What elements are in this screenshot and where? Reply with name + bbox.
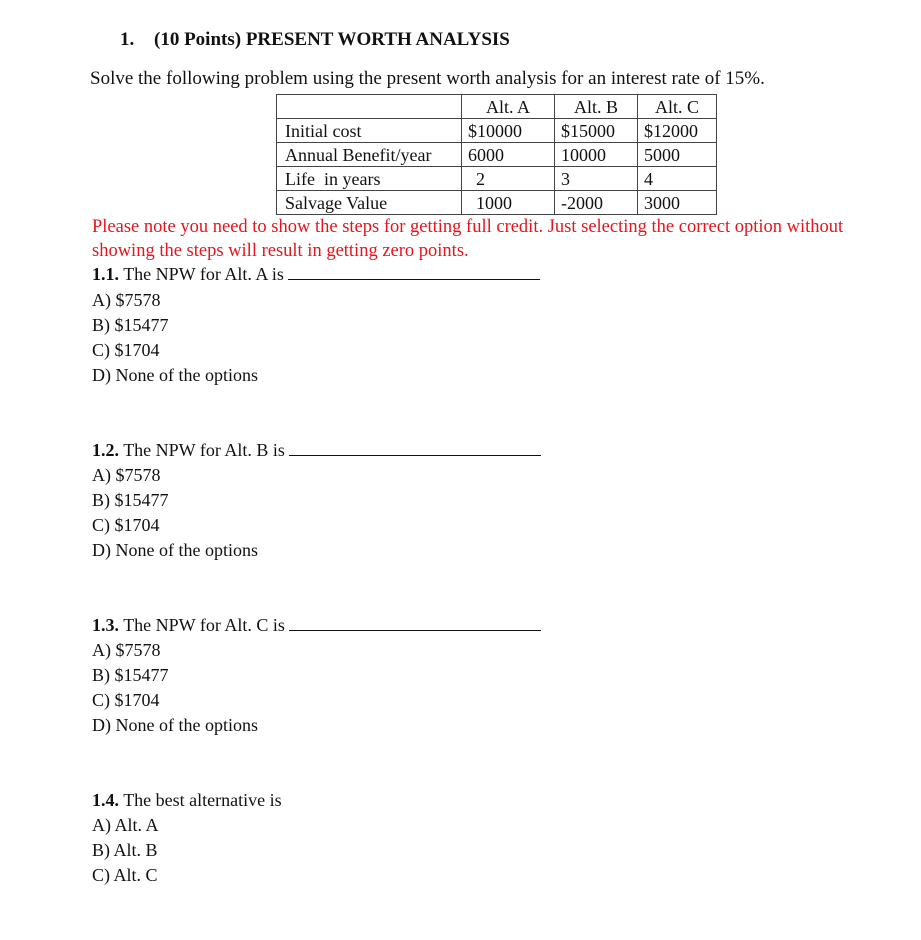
option-item: C) $1704 [92,340,160,360]
option-item: A) Alt. A [92,815,159,835]
question-1-4: 1.4. The best alternative is [92,790,282,811]
question-number: 1.1. [92,264,119,284]
table-cell: $15000 [554,118,638,143]
option-item: C) $1704 [92,515,160,535]
table-cell: 3000 [637,190,717,215]
table-row: Salvage Value 1000 -2000 3000 [276,190,717,215]
option-item: A) $7578 [92,640,161,660]
option-item: B) $15477 [92,490,169,510]
table-cell: 1000 [461,190,555,215]
table-cell: -2000 [554,190,638,215]
table-cell: Annual Benefit/year [276,142,462,167]
question-title-text: (10 Points) PRESENT WORTH ANALYSIS [154,29,510,50]
table-cell: Initial cost [276,118,462,143]
option-item: B) $15477 [92,665,169,685]
answer-blank [288,616,541,631]
table-cell: Salvage Value [276,190,462,215]
table-cell: 10000 [554,142,638,167]
question-number: 1. [120,29,135,50]
option-item: B) Alt. B [92,840,158,860]
table-cell: 4 [637,166,717,191]
option-item: C) $1704 [92,690,160,710]
option-item: D) None of the options [92,540,258,560]
question-text: The best alternative is [123,790,282,810]
alternatives-table: Alt. A Alt. B Alt. C Initial cost $10000… [276,94,717,215]
table-cell: $12000 [637,118,717,143]
problem-intro: Solve the following problem using the pr… [90,68,765,89]
question-title: 1. (10 Points) PRESENT WORTH ANALYSIS [120,29,510,51]
table-header-cell [276,94,462,119]
option-item: A) $7578 [92,290,161,310]
table-row: Annual Benefit/year 6000 10000 5000 [276,142,717,167]
option-item: D) None of the options [92,365,258,385]
question-number: 1.2. [92,440,119,460]
table-cell: $10000 [461,118,555,143]
question-1-2: 1.2. The NPW for Alt. B is [92,440,541,461]
table-header-cell: Alt. A [461,94,555,119]
table-cell: 6000 [461,142,555,167]
option-item: C) Alt. C [92,865,158,885]
table-row: Life in years 2 3 4 [276,166,717,191]
table-header-cell: Alt. B [554,94,638,119]
credit-note: Please note you need to show the steps f… [92,217,844,261]
question-text: The NPW for Alt. C is [123,615,285,635]
question-number: 1.4. [92,790,119,810]
table-cell: 3 [554,166,638,191]
answer-blank [287,265,540,280]
question-1-1: 1.1. The NPW for Alt. A is [92,264,540,285]
table-cell: 5000 [637,142,717,167]
question-1-3: 1.3. The NPW for Alt. C is [92,615,541,636]
table-header-cell: Alt. C [637,94,717,119]
table-cell: Life in years [276,166,462,191]
answer-blank [288,441,541,456]
option-item: A) $7578 [92,465,161,485]
table-row: Initial cost $10000 $15000 $12000 [276,118,717,143]
table-cell: 2 [461,166,555,191]
question-number: 1.3. [92,615,119,635]
question-text: The NPW for Alt. A is [123,264,284,284]
option-item: B) $15477 [92,315,169,335]
option-item: D) None of the options [92,715,258,735]
question-text: The NPW for Alt. B is [123,440,285,460]
table-header-row: Alt. A Alt. B Alt. C [276,94,717,119]
